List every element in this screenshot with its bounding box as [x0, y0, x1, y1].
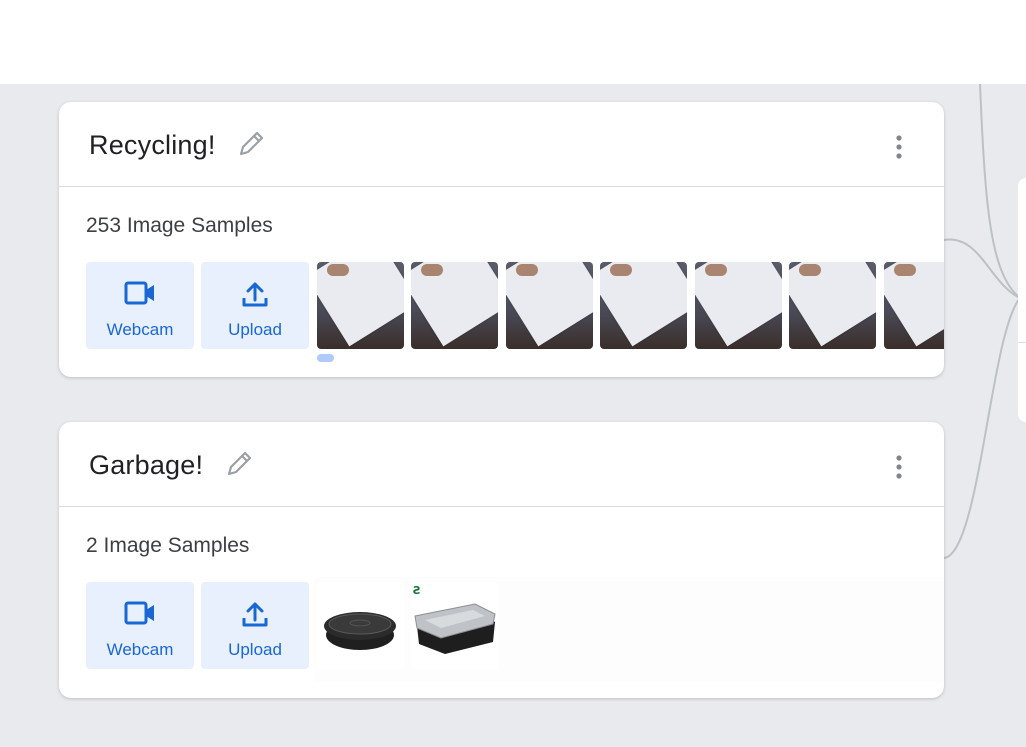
samples-scrollbar[interactable]	[317, 354, 334, 362]
sample-thumbnail[interactable]	[884, 262, 944, 349]
rect-container-image	[414, 603, 496, 654]
sample-thumbnail-round-container[interactable]	[317, 582, 404, 669]
top-bar	[0, 0, 1026, 84]
sample-thumbnail-rect-container[interactable]: Ƨ	[411, 582, 498, 669]
webcam-label: Webcam	[106, 640, 174, 659]
more-vert-icon[interactable]	[890, 454, 908, 482]
class-card-garbage: Garbage! 2 Image Samples Webcam Upload Ƨ	[59, 422, 944, 698]
sample-thumbnail[interactable]	[411, 262, 498, 349]
upload-label: Upload	[228, 320, 282, 339]
upload-label: Upload	[228, 640, 282, 659]
videocam-icon	[124, 601, 154, 625]
upload-icon	[242, 602, 268, 627]
sample-thumbnail[interactable]	[789, 262, 876, 349]
upload-icon	[242, 282, 268, 307]
class-card-header: Recycling!	[59, 102, 944, 187]
pencil-icon[interactable]	[223, 448, 255, 480]
round-container-image	[324, 612, 396, 650]
webcam-button[interactable]: Webcam	[86, 262, 194, 349]
more-vert-icon[interactable]	[890, 134, 908, 162]
sample-thumbnail[interactable]	[600, 262, 687, 349]
image-samples-count: 2 Image Samples	[86, 534, 250, 557]
brand-logo-mark: Ƨ	[413, 584, 421, 597]
upload-button[interactable]: Upload	[201, 582, 309, 669]
webcam-label: Webcam	[106, 320, 174, 339]
image-samples-count: 253 Image Samples	[86, 214, 273, 237]
webcam-button[interactable]: Webcam	[86, 582, 194, 669]
pencil-icon[interactable]	[235, 128, 267, 160]
class-card-recycling: Recycling! 253 Image Samples Webcam Uplo…	[59, 102, 944, 377]
class-title[interactable]: Garbage!	[89, 450, 203, 481]
upload-button[interactable]: Upload	[201, 262, 309, 349]
sample-thumbnail[interactable]	[506, 262, 593, 349]
videocam-icon	[124, 281, 154, 305]
class-card-header: Garbage!	[59, 422, 944, 507]
trainer-card-divider	[1018, 342, 1026, 343]
trainer-card-edge	[1018, 178, 1026, 422]
sample-thumbnail[interactable]	[317, 262, 404, 349]
class-connector-lines	[943, 84, 1021, 559]
samples-strip	[314, 577, 944, 682]
sample-thumbnail[interactable]	[695, 262, 782, 349]
class-title[interactable]: Recycling!	[89, 130, 216, 161]
